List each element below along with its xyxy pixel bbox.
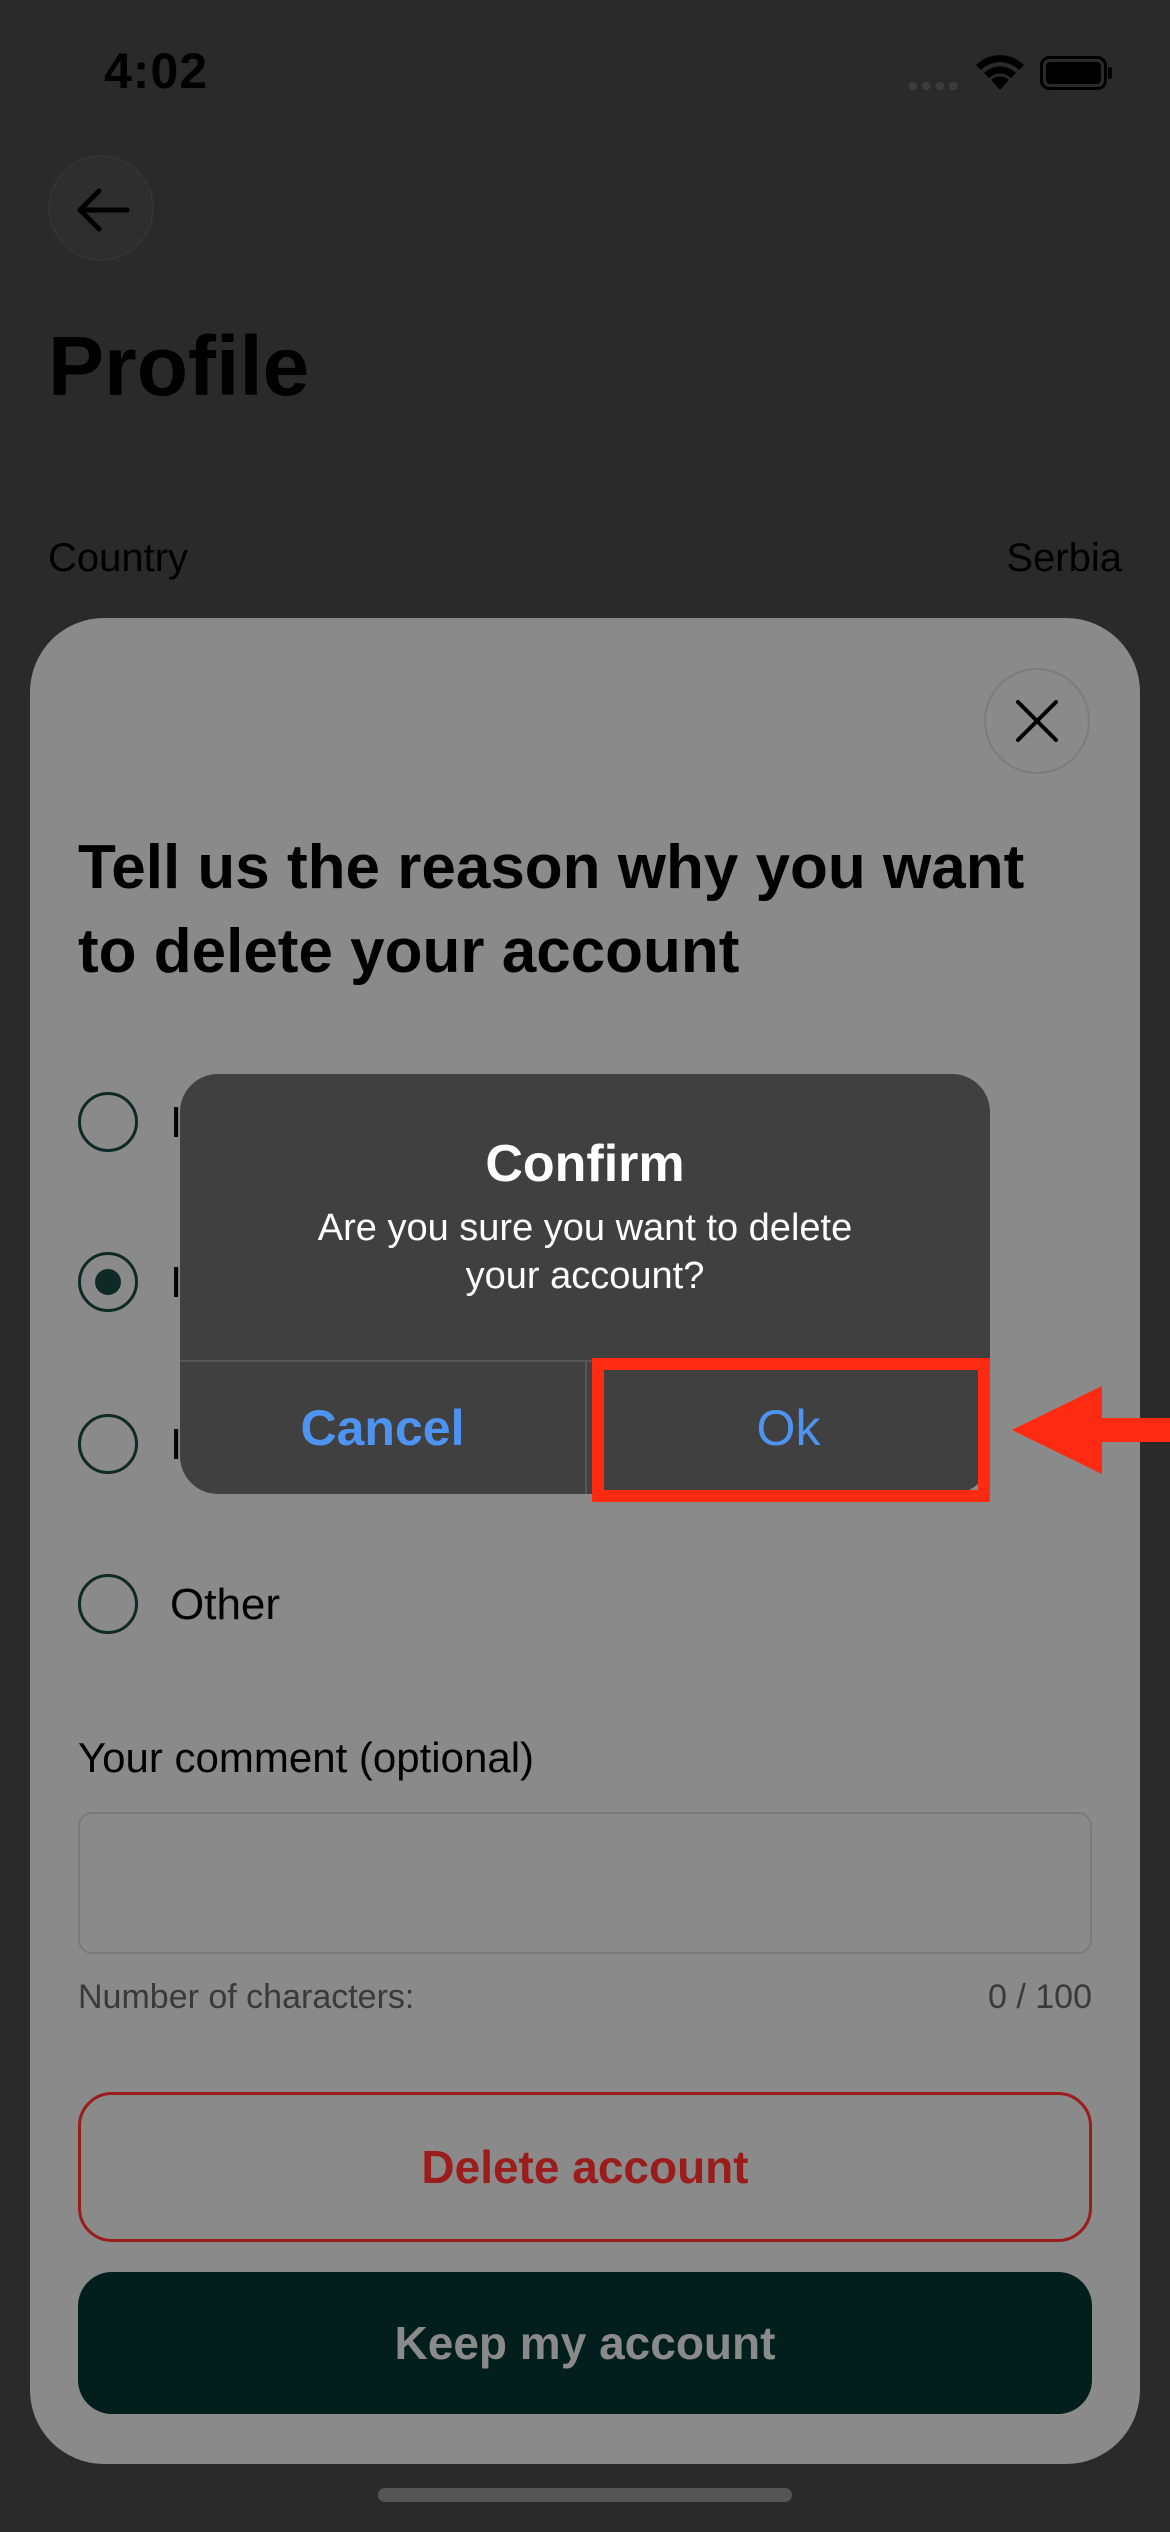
radio-button[interactable] [78, 1414, 138, 1474]
status-time: 4:02 [104, 43, 209, 99]
reason-option-other[interactable]: Other [78, 1574, 1078, 1638]
alert-cancel-button[interactable]: Cancel [180, 1362, 585, 1494]
delete-account-sheet: Tell us the reason why you want to delet… [30, 618, 1140, 2464]
pointer-arrow-icon [1012, 1386, 1170, 1474]
page-title: Profile [48, 319, 310, 413]
close-icon [1016, 700, 1058, 742]
sheet-heading: Tell us the reason why you want to delet… [78, 833, 1025, 986]
ok-highlight-box [592, 1358, 990, 1502]
comment-label: Your comment (optional) [78, 1734, 535, 1781]
char-count-value: 0 / 100 [988, 1978, 1092, 2016]
alert-title: Confirm [485, 1135, 685, 1193]
radio-button[interactable] [78, 1092, 138, 1152]
close-sheet-button[interactable] [984, 668, 1090, 774]
country-label: Country [48, 536, 189, 580]
keep-account-button[interactable]: Keep my account [78, 2272, 1092, 2414]
reason-label: Other [170, 1580, 281, 1629]
radio-button-selected[interactable] [78, 1252, 138, 1312]
char-count-label: Number of characters: [78, 1978, 415, 2016]
radio-selected-dot [95, 1269, 121, 1295]
wifi-icon [976, 55, 1024, 90]
country-value: Serbia [1006, 536, 1122, 580]
alert-message: Are you sure you want to delete your acc… [317, 1207, 853, 1297]
comment-input[interactable] [78, 1812, 1092, 1954]
arrow-left-icon [77, 188, 130, 232]
cellular-dots-icon [906, 82, 960, 90]
radio-button[interactable] [78, 1574, 138, 1634]
delete-account-button[interactable]: Delete account [78, 2092, 1092, 2242]
back-button[interactable] [48, 155, 154, 261]
battery-icon [1040, 56, 1112, 90]
home-indicator [378, 2488, 792, 2502]
